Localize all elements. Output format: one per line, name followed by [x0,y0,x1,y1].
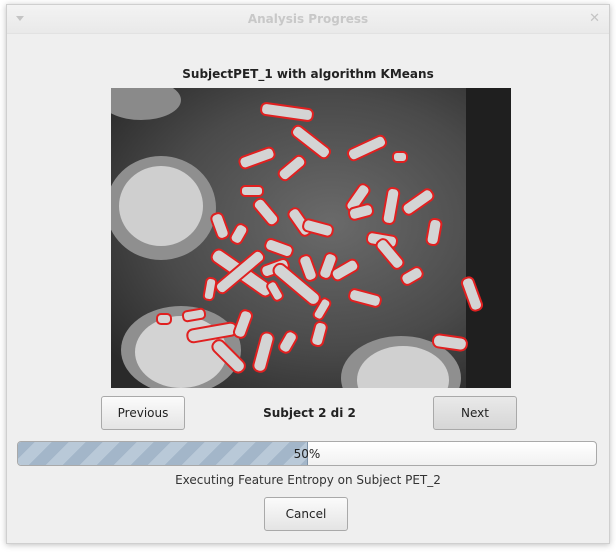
status-text: Executing Feature Entropy on Subject PET… [175,473,441,487]
next-button[interactable]: Next [433,396,517,430]
close-icon[interactable]: ✕ [589,11,600,26]
chromosome-segmentation-view [111,88,511,388]
previous-button[interactable]: Previous [101,396,185,430]
segmentation-image [111,88,511,388]
subject-counter: Subject 2 di 2 [263,406,356,420]
analysis-progress-window: Analysis Progress ✕ SubjectPET_1 with al… [6,4,610,544]
subject-title: SubjectPET_1 with algorithm KMeans [182,67,434,81]
title-bar: Analysis Progress ✕ [7,5,609,34]
cancel-button[interactable]: Cancel [264,497,348,531]
progress-bar: 50% [17,441,597,466]
window-title: Analysis Progress [247,12,369,26]
progress-text: 50% [293,447,321,461]
